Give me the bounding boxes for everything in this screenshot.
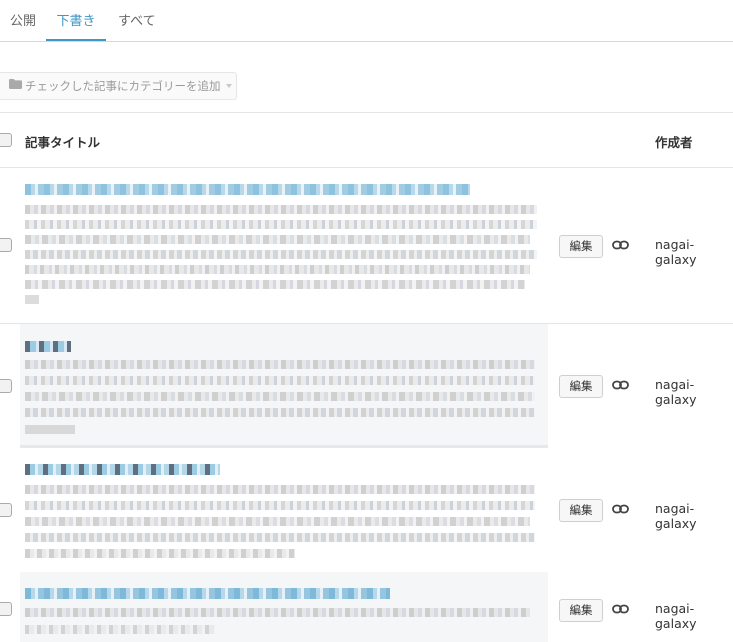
author-name: nagai-galaxy [655,377,697,407]
folder-icon [9,72,22,99]
link-icon[interactable] [612,379,629,390]
table-row: 編集 nagai-galaxy [0,572,733,642]
select-all-checkbox[interactable] [0,133,12,147]
link-icon[interactable] [612,239,629,250]
table-header: 記事タイトル 作成者 [0,113,733,167]
table-row: 編集 nagai-galaxy [0,324,733,448]
author-name: nagai-galaxy [655,601,697,631]
author-name: nagai-galaxy [655,501,697,531]
edit-button[interactable]: 編集 [559,599,603,622]
tab-published[interactable]: 公開 [10,0,36,41]
row-checkbox[interactable] [0,602,12,616]
add-category-label: チェックした記事にカテゴリーを追加 [25,79,221,93]
table-row: 編集 nagai-galaxy [0,168,733,323]
link-icon[interactable] [612,503,629,514]
edit-button[interactable]: 編集 [559,235,603,258]
link-icon[interactable] [612,603,629,614]
table-row: 編集 nagai-galaxy [0,448,733,572]
row-checkbox[interactable] [0,503,12,517]
tab-drafts[interactable]: 下書き [46,0,106,41]
column-header-title: 記事タイトル [25,135,101,150]
edit-button[interactable]: 編集 [559,499,603,522]
author-name: nagai-galaxy [655,237,697,267]
row-highlight [20,324,548,448]
column-header-author: 作成者 [655,135,693,150]
row-checkbox[interactable] [0,379,12,393]
row-checkbox[interactable] [0,238,12,252]
tab-bar: 公開 下書き すべて [0,0,733,42]
edit-button[interactable]: 編集 [559,375,603,398]
tab-all[interactable]: すべて [118,0,156,41]
dropdown-caret-icon [226,84,232,88]
add-category-button[interactable]: チェックした記事にカテゴリーを追加 [0,72,237,100]
